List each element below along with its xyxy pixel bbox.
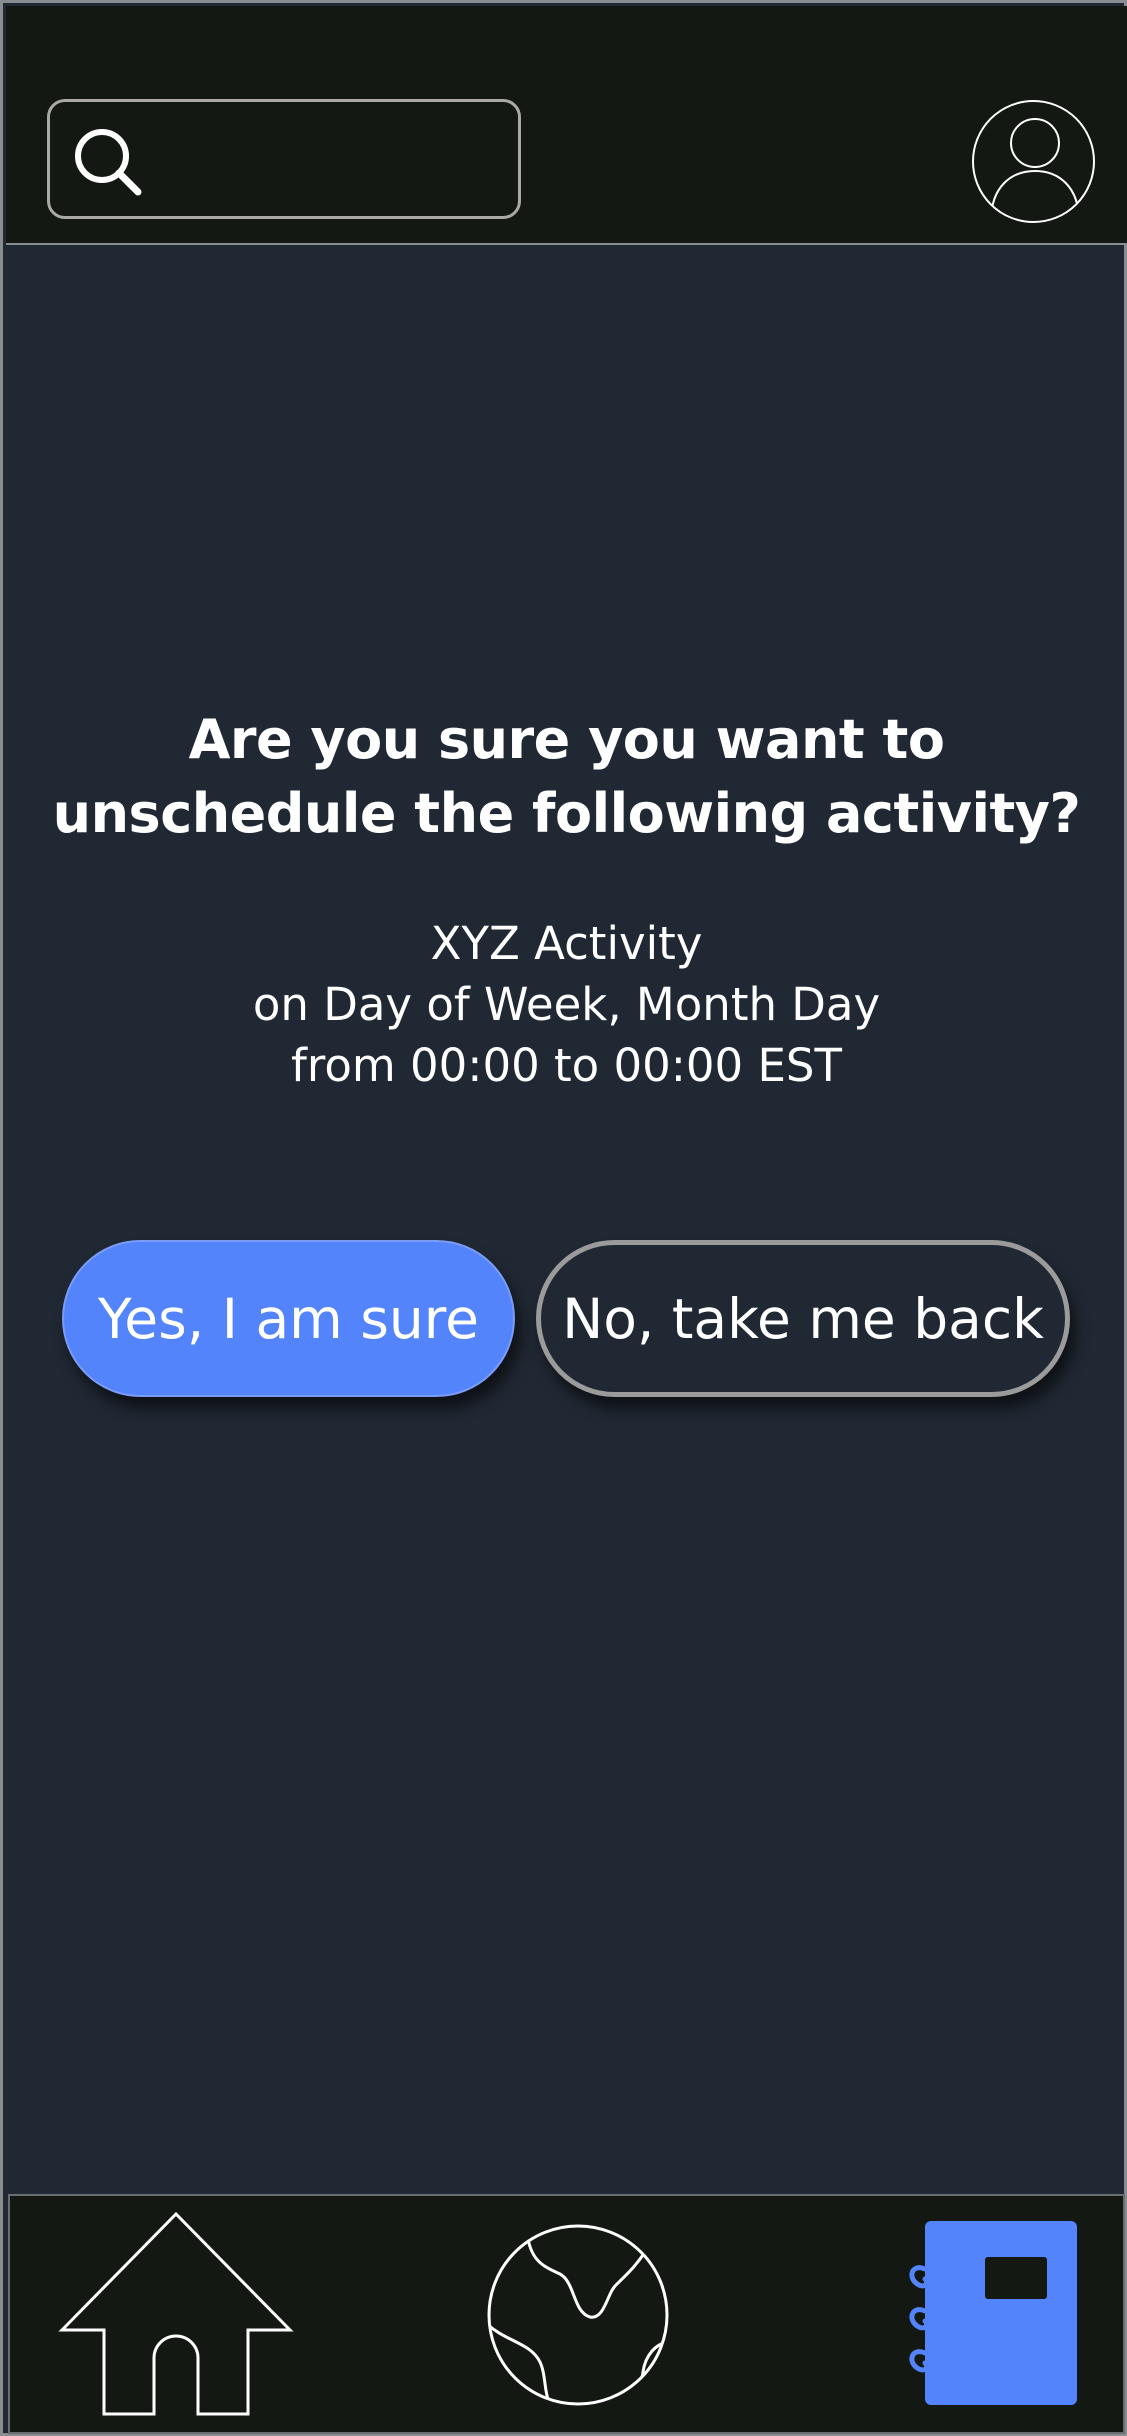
home-icon [58, 2211, 294, 2416]
search-icon [75, 129, 142, 196]
activity-name: XYZ Activity [430, 917, 703, 970]
top-bar [6, 6, 1127, 245]
dialog-title: Are you sure you want to unschedule the … [52, 708, 1081, 845]
activity-day: on Day of Week, Month Day [252, 978, 881, 1031]
activity-time: from 00:00 to 00:00 EST [291, 1039, 842, 1092]
search-box[interactable] [47, 99, 521, 219]
search-input[interactable] [170, 122, 504, 200]
confirm-unschedule-button[interactable]: Yes, I am sure [62, 1240, 515, 1397]
bottom-nav [8, 2194, 1125, 2434]
unschedule-dialog: Are you sure you want to unschedule the … [3, 703, 1127, 1096]
activity-details: XYZ Activity on Day of Week, Month Day f… [3, 913, 1127, 1096]
nav-item-home[interactable] [58, 2208, 298, 2422]
cancel-button[interactable]: No, take me back [536, 1240, 1070, 1397]
app-screen: Are you sure you want to unschedule the … [0, 0, 1127, 2436]
user-avatar-icon [972, 100, 1095, 223]
nav-item-explore[interactable] [485, 2222, 671, 2412]
avatar[interactable] [971, 99, 1096, 228]
globe-icon [487, 2224, 669, 2406]
nav-item-schedule[interactable] [903, 2219, 1083, 2413]
notebook-icon [909, 2221, 1077, 2405]
